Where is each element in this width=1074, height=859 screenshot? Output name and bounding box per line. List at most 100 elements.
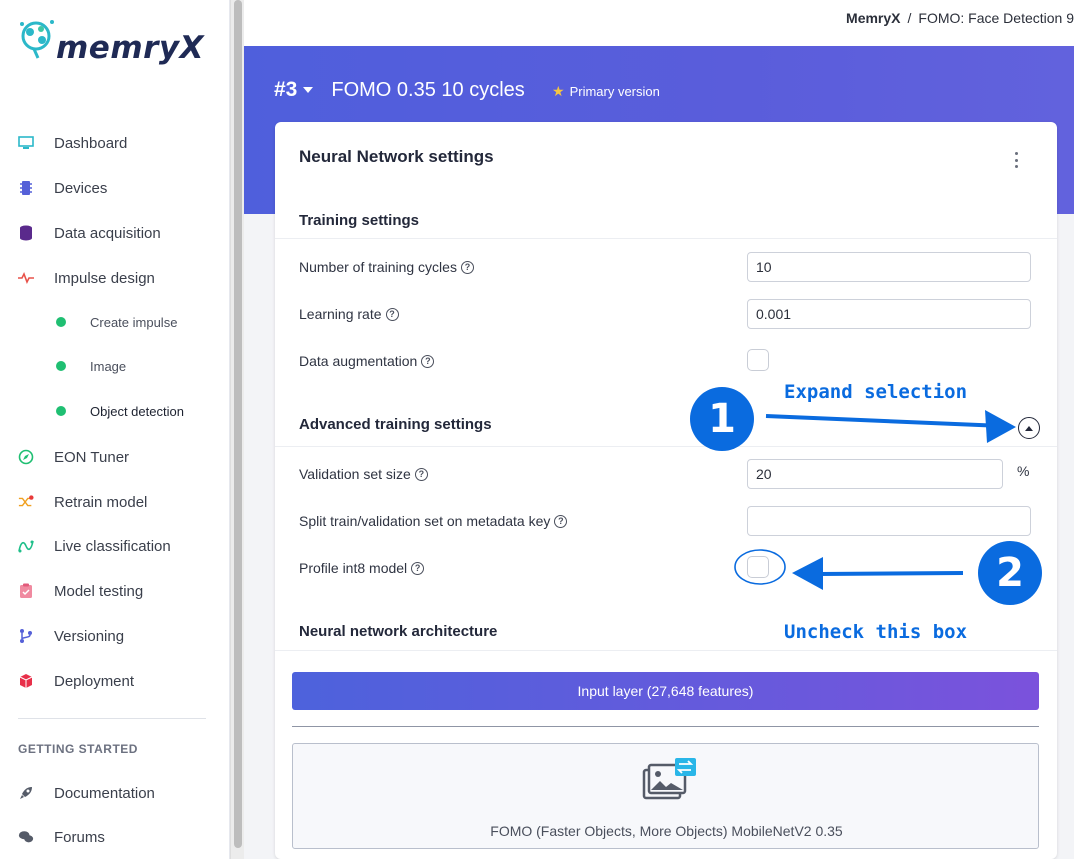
version-number: #3 — [274, 78, 298, 101]
sidebar-item-label: Model testing — [54, 582, 144, 600]
help-icon[interactable]: ? — [414, 467, 428, 481]
expand-advanced-button[interactable] — [1018, 417, 1040, 439]
cube-icon — [18, 673, 34, 689]
sidebar-item-data-acquisition[interactable]: Data acquisition — [0, 215, 230, 251]
data-augmentation-checkbox[interactable] — [747, 349, 769, 371]
primary-version-label: Primary version — [569, 84, 660, 99]
sidebar-item-documentation[interactable]: Documentation — [0, 775, 230, 811]
image-transfer-icon — [642, 758, 696, 800]
sidebar-item-versioning[interactable]: Versioning — [0, 618, 230, 654]
clipboard-icon — [18, 583, 34, 599]
sidebar: memryX Dashboard Devices Data acquisitio… — [0, 0, 230, 859]
sidebar-item-deployment[interactable]: Deployment — [0, 663, 230, 699]
sidebar-item-impulse-design[interactable]: Impulse design — [0, 260, 230, 296]
sidebar-item-label: Documentation — [54, 784, 155, 802]
fomo-block[interactable]: FOMO (Faster Objects, More Objects) Mobi… — [292, 743, 1039, 849]
advanced-settings-title: Advanced training settings — [299, 416, 492, 433]
caret-down-icon — [303, 87, 314, 93]
caret-up-icon — [1025, 425, 1033, 431]
sidebar-subitem-label: Image — [90, 358, 127, 374]
shuffle-icon — [18, 494, 34, 510]
section-divider — [275, 446, 1057, 447]
percent-unit: % — [1017, 463, 1030, 479]
version-selector[interactable]: #3 FOMO 0.35 10 cycles — [274, 78, 525, 102]
card-title: Neural Network settings — [299, 147, 494, 166]
architecture-title: Neural network architecture — [299, 623, 498, 640]
sidebar-item-model-testing[interactable]: Model testing — [0, 573, 230, 609]
help-icon[interactable]: ? — [421, 354, 435, 368]
sidebar-subitem-label: Object detection — [90, 403, 184, 419]
annotation-text-expand: Expand selection — [782, 381, 970, 403]
top-bar: MemryX / FOMO: Face Detection 9 — [244, 0, 1074, 46]
section-divider — [275, 650, 1057, 651]
chat-icon — [18, 829, 34, 845]
breadcrumb-page[interactable]: FOMO: Face Detection 9 — [918, 10, 1074, 26]
star-icon: ★ — [552, 83, 565, 99]
monitor-icon — [18, 135, 34, 151]
version-name: FOMO 0.35 10 cycles — [331, 78, 525, 101]
sidebar-item-label: Dashboard — [54, 134, 128, 152]
annotation-step-1: 1 — [690, 387, 754, 451]
sidebar-item-label: Retrain model — [54, 493, 148, 511]
split-metadata-input[interactable] — [747, 506, 1031, 536]
sidebar-item-label: EON Tuner — [54, 448, 130, 466]
sidebar-item-retrain-model[interactable]: Retrain model — [0, 484, 230, 520]
help-icon[interactable]: ? — [460, 260, 474, 274]
help-icon[interactable]: ? — [554, 514, 568, 528]
learning-rate-label: Learning rate? — [299, 306, 399, 322]
breadcrumb-separator: / — [907, 10, 912, 26]
help-icon[interactable]: ? — [385, 307, 399, 321]
status-dot — [56, 406, 66, 416]
memryx-logo[interactable]: memryX — [16, 16, 216, 76]
sidebar-item-forums[interactable]: Forums — [0, 819, 230, 855]
validation-set-size-input[interactable]: 20 — [747, 459, 1003, 489]
sidebar-item-devices[interactable]: Devices — [0, 170, 230, 206]
sidebar-divider — [18, 718, 206, 719]
breadcrumb-project[interactable]: MemryX — [846, 10, 900, 26]
sidebar-item-label: Forums — [54, 828, 105, 846]
branch-icon — [18, 628, 34, 644]
help-icon[interactable]: ? — [411, 561, 425, 575]
annotation-step-2: 2 — [978, 541, 1042, 605]
database-icon — [18, 225, 34, 241]
sidebar-subitem-object-detection[interactable]: Object detection — [0, 396, 230, 426]
sidebar-item-label: Versioning — [54, 627, 125, 645]
split-metadata-label: Split train/validation set on metadata k… — [299, 513, 568, 529]
brain-logo-icon — [20, 20, 54, 59]
validation-set-size-label: Validation set size? — [299, 466, 428, 482]
breadcrumb: MemryX / FOMO: Face Detection 9 — [846, 10, 1074, 26]
primary-version-badge: ★ Primary version — [552, 83, 660, 100]
rocket-icon — [18, 785, 34, 801]
sidebar-item-eon-tuner[interactable]: EON Tuner — [0, 439, 230, 475]
fomo-block-label: FOMO (Faster Objects, More Objects) Mobi… — [490, 823, 843, 839]
pulse-icon — [18, 270, 34, 286]
sidebar-item-live-classification[interactable]: Live classification — [0, 528, 230, 564]
profile-int8-checkbox[interactable] — [747, 556, 769, 578]
status-dot — [56, 361, 66, 371]
logo-text: memryX — [56, 30, 205, 66]
sidebar-subitem-create-impulse[interactable]: Create impulse — [0, 307, 230, 337]
sidebar-item-label: Live classification — [54, 537, 171, 555]
training-cycles-label: Number of training cycles? — [299, 259, 474, 275]
training-settings-title: Training settings — [299, 212, 420, 229]
architecture-divider — [292, 726, 1039, 727]
input-layer-block[interactable]: Input layer (27,648 features) — [292, 672, 1039, 710]
section-label-getting-started: GETTING STARTED — [18, 742, 138, 756]
sidebar-item-label: Deployment — [54, 672, 135, 690]
section-divider — [275, 238, 1057, 239]
sidebar-scrollbar[interactable] — [230, 0, 244, 859]
training-cycles-input[interactable]: 10 — [747, 252, 1031, 282]
more-options-icon[interactable] — [1013, 152, 1019, 168]
sidebar-subitem-image[interactable]: Image — [0, 351, 230, 381]
learning-rate-input[interactable]: 0.001 — [747, 299, 1031, 329]
compass-icon — [18, 449, 34, 465]
neural-network-settings-card: Neural Network settings Training setting… — [275, 122, 1057, 859]
signal-icon — [18, 538, 34, 554]
annotation-text-uncheck: Uncheck this box — [782, 621, 970, 643]
profile-int8-label: Profile int8 model? — [299, 560, 425, 576]
scrollbar-thumb[interactable] — [234, 0, 242, 848]
status-dot — [56, 317, 66, 327]
sidebar-item-label: Impulse design — [54, 269, 155, 287]
chip-icon — [18, 180, 34, 196]
sidebar-item-dashboard[interactable]: Dashboard — [0, 125, 230, 161]
